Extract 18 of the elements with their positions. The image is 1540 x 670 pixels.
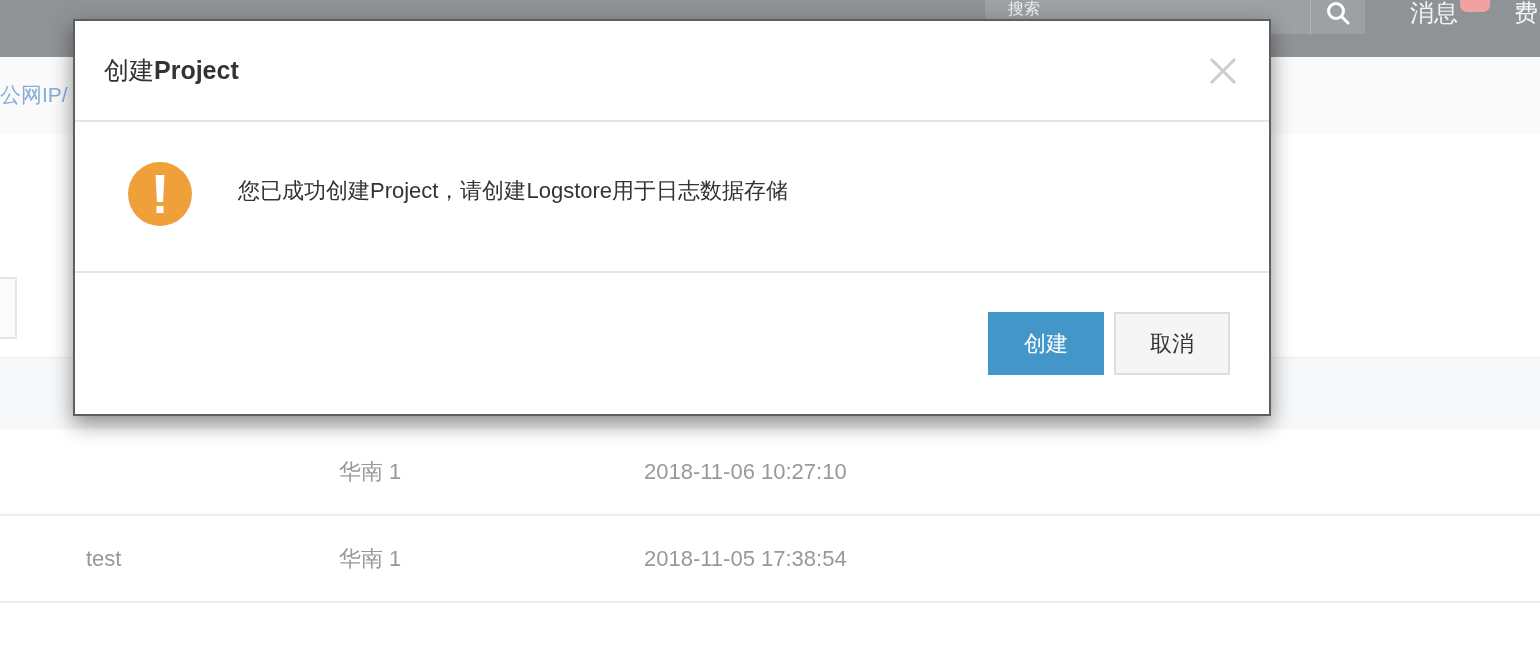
create-button[interactable]: 创建 [988,312,1104,375]
warning-icon [128,161,192,226]
close-button[interactable] [1209,56,1237,85]
dialog-message: 您已成功创建Project，请创建Logstore用于日志数据存储 [238,176,789,205]
table-cell: 2018-11-06 10:27:10 [644,458,847,484]
messages-link[interactable]: 消息 [1410,0,1458,26]
table-cell: 华南 1 [339,545,402,571]
table-cell: test [86,545,122,571]
dialog-title: 创建Project [104,55,239,86]
table-cell: 华南 1 [339,458,402,484]
cancel-button[interactable]: 取消 [1114,312,1230,375]
search-icon [1326,1,1350,25]
table-cell: 2018-11-05 17:38:54 [644,545,847,571]
close-icon [1209,56,1237,85]
input-field[interactable] [0,277,17,339]
nav-link[interactable]: 费 [1514,0,1538,26]
breadcrumb-link[interactable]: 公网IP/ [0,81,68,109]
search-button[interactable] [1310,0,1365,34]
